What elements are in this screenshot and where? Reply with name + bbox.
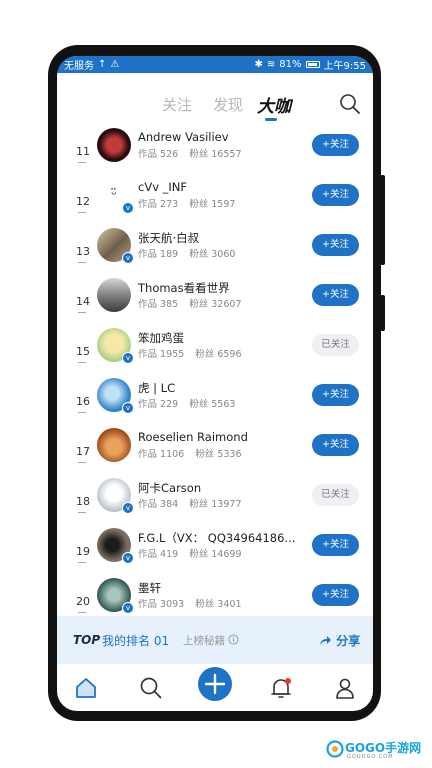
username[interactable]: 笨加鸡蛋 bbox=[138, 330, 298, 346]
follow-button[interactable]: +关注 bbox=[312, 584, 359, 606]
search-icon bbox=[140, 677, 162, 699]
rank-number: 16 bbox=[76, 395, 90, 413]
user-stats: 作品 384 粉丝 13977 bbox=[138, 499, 242, 510]
user-stats: 作品 419 粉丝 14699 bbox=[138, 549, 242, 560]
share-icon bbox=[320, 635, 331, 645]
list-item[interactable]: 17 Roeselien Raimond 作品 1106 粉丝 5336 +关注 bbox=[57, 428, 373, 486]
rank-number: 19 bbox=[76, 545, 90, 563]
bottom-nav bbox=[57, 664, 373, 711]
rank-number: 17 bbox=[76, 445, 90, 463]
verified-icon: v bbox=[122, 352, 134, 364]
upload-icon: ↑ bbox=[98, 59, 107, 70]
tab-discover[interactable]: 发现 bbox=[213, 94, 243, 115]
nav-home[interactable] bbox=[74, 676, 98, 704]
rank-number: 18 bbox=[76, 495, 90, 513]
follow-button[interactable]: +关注 bbox=[312, 234, 359, 256]
verified-icon: v bbox=[122, 202, 134, 214]
home-icon bbox=[76, 678, 96, 698]
top-label: TOP bbox=[73, 633, 101, 647]
avatar[interactable] bbox=[97, 278, 131, 312]
tab-influencers[interactable]: 大咖 bbox=[257, 92, 291, 117]
username[interactable]: Andrew Vasiliev bbox=[138, 130, 298, 144]
clock: 上午9:55 bbox=[323, 61, 366, 72]
watermark-subtext: GOGOGO.COM bbox=[347, 754, 394, 760]
user-stats: 作品 1106 粉丝 5336 bbox=[138, 449, 242, 460]
username[interactable]: 阿卡Carson bbox=[138, 480, 298, 496]
watermark-logo: GOGO手游网 GOGOGO.COM bbox=[325, 736, 429, 762]
search-button[interactable] bbox=[339, 93, 361, 119]
battery-icon bbox=[305, 61, 320, 68]
list-item[interactable]: 15 v 笨加鸡蛋 作品 1955 粉丝 6596 已关注 bbox=[57, 328, 373, 386]
rank-tips-link[interactable]: 上榜秘籍 bbox=[183, 633, 239, 648]
list-item[interactable]: 13 v 张天航·白叔 作品 189 粉丝 3060 +关注 bbox=[57, 228, 373, 286]
follow-button[interactable]: +关注 bbox=[312, 284, 359, 306]
list-item[interactable]: 16 v 虎 | LC 作品 229 粉丝 5563 +关注 bbox=[57, 378, 373, 436]
user-stats: 作品 1955 粉丝 6596 bbox=[138, 349, 242, 360]
rank-number: 15 bbox=[76, 345, 90, 363]
my-rank-bar: TOP 我的排名 01 上榜秘籍 分享 bbox=[57, 616, 373, 664]
rank-number: 14 bbox=[76, 295, 90, 313]
create-post-button[interactable] bbox=[198, 667, 232, 701]
search-icon bbox=[340, 94, 360, 114]
followed-button[interactable]: 已关注 bbox=[312, 484, 359, 506]
nav-profile[interactable] bbox=[333, 676, 357, 704]
nav-search[interactable] bbox=[139, 676, 163, 704]
follow-button[interactable]: +关注 bbox=[312, 184, 359, 206]
user-stats: 作品 189 粉丝 3060 bbox=[138, 249, 236, 260]
add-icon bbox=[204, 673, 226, 695]
bell-icon bbox=[271, 678, 291, 698]
volume-button bbox=[380, 175, 385, 265]
rank-number: 11 bbox=[76, 145, 90, 163]
wifi-icon: ≋ bbox=[266, 59, 276, 70]
tab-active-indicator bbox=[265, 118, 277, 121]
username[interactable]: 张天航·白叔 bbox=[138, 230, 298, 246]
follow-button[interactable]: +关注 bbox=[312, 134, 359, 156]
follow-button[interactable]: +关注 bbox=[312, 534, 359, 556]
verified-icon: v bbox=[122, 502, 134, 514]
tab-following[interactable]: 关注 bbox=[162, 94, 192, 115]
list-item[interactable]: 14 Thomas看看世界 作品 385 粉丝 32607 +关注 bbox=[57, 278, 373, 336]
verified-icon: v bbox=[122, 402, 134, 414]
username[interactable]: cVv _INF bbox=[138, 180, 298, 194]
list-item[interactable]: 19 v F.G.L（VX： QQ34964186... 作品 419 粉丝 1… bbox=[57, 528, 373, 586]
carrier-text: 无服务 bbox=[64, 61, 94, 72]
username[interactable]: Roeselien Raimond bbox=[138, 430, 298, 444]
person-icon bbox=[336, 678, 354, 699]
rank-number: 13 bbox=[76, 245, 90, 263]
avatar[interactable] bbox=[97, 428, 131, 462]
verified-icon: v bbox=[122, 252, 134, 264]
status-bar: 无服务 ↑ ⚠ ✱ ≋ 81% 上午9:55 bbox=[57, 56, 373, 73]
my-rank-text: 我的排名 01 bbox=[102, 633, 170, 648]
list-item[interactable]: 12 ᵕ̈ v cVv _INF 作品 273 粉丝 1597 +关注 bbox=[57, 178, 373, 236]
rank-number: 20 bbox=[76, 595, 90, 613]
rank-number: 12 bbox=[76, 195, 90, 213]
app-screen: 无服务 ↑ ⚠ ✱ ≋ 81% 上午9:55 关注 发现 大咖 11 Andre… bbox=[57, 56, 373, 711]
follow-button[interactable]: +关注 bbox=[312, 384, 359, 406]
battery-percent: 81% bbox=[279, 59, 302, 70]
info-icon bbox=[228, 633, 239, 645]
list-item[interactable]: 11 Andrew Vasiliev 作品 526 粉丝 16557 +关注 bbox=[57, 128, 373, 186]
gogo-logo-icon bbox=[326, 740, 344, 758]
bluetooth-icon: ✱ bbox=[254, 59, 263, 70]
warning-icon: ⚠ bbox=[110, 59, 120, 70]
avatar[interactable] bbox=[97, 128, 131, 162]
username[interactable]: 墨轩 bbox=[138, 580, 298, 596]
user-stats: 作品 229 粉丝 5563 bbox=[138, 399, 236, 410]
username[interactable]: F.G.L（VX： QQ34964186... bbox=[138, 530, 298, 546]
username[interactable]: 虎 | LC bbox=[138, 380, 298, 396]
share-button[interactable]: 分享 bbox=[319, 632, 360, 649]
verified-icon: v bbox=[122, 552, 134, 564]
power-button bbox=[380, 295, 385, 331]
user-stats: 作品 526 粉丝 16557 bbox=[138, 149, 242, 160]
follow-button[interactable]: +关注 bbox=[312, 434, 359, 456]
list-item[interactable]: 18 v 阿卡Carson 作品 384 粉丝 13977 已关注 bbox=[57, 478, 373, 536]
user-stats: 作品 385 粉丝 32607 bbox=[138, 299, 242, 310]
user-stats: 作品 273 粉丝 1597 bbox=[138, 199, 236, 210]
username[interactable]: Thomas看看世界 bbox=[138, 280, 298, 296]
user-stats: 作品 3093 粉丝 3401 bbox=[138, 599, 242, 610]
verified-icon: v bbox=[122, 602, 134, 614]
followed-button[interactable]: 已关注 bbox=[312, 334, 359, 356]
nav-notifications[interactable] bbox=[269, 676, 293, 704]
